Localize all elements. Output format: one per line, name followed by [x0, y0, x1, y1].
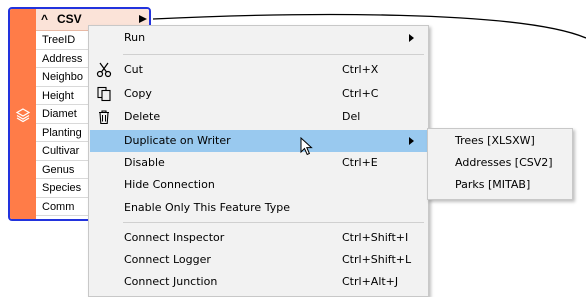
menu-item-label: Duplicate on Writer — [124, 134, 231, 147]
menu-item-label: Delete — [124, 110, 161, 123]
menu-item-duplicate-on-writer[interactable]: Duplicate on Writer — [90, 130, 427, 152]
menu-item-shortcut: Ctrl+Shift+L — [342, 253, 412, 266]
menu-item-label: Connect Logger — [124, 253, 211, 266]
submenu-item-parks[interactable]: Parks [MITAB] — [429, 174, 571, 196]
menu-item-shortcut: Ctrl+Shift+I — [342, 231, 409, 244]
menu-item-connect-inspector[interactable]: Connect Inspector Ctrl+Shift+I — [90, 227, 427, 249]
menu-item-enable-only-this-feature-type[interactable]: Enable Only This Feature Type — [90, 197, 427, 219]
node-title: CSV — [57, 12, 82, 26]
menu-item-hide-connection[interactable]: Hide Connection — [90, 174, 427, 196]
menu-item-run[interactable]: Run — [90, 27, 427, 49]
menu-item-disable[interactable]: Disable Ctrl+E — [90, 152, 427, 174]
copy-icon — [97, 86, 111, 102]
layers-icon — [15, 108, 31, 123]
submenu-item-label: Parks [MITAB] — [455, 178, 531, 191]
duplicate-on-writer-submenu: Trees [XLSXW] Addresses [CSV2] Parks [MI… — [427, 128, 573, 200]
menu-item-connect-junction[interactable]: Connect Junction Ctrl+Alt+J — [90, 271, 427, 293]
menu-separator — [123, 54, 424, 55]
context-menu: Run Cut Ctrl+X Copy Ctrl+C Delete Del Du… — [88, 25, 429, 297]
menu-item-label: Hide Connection — [124, 178, 215, 191]
menu-item-label: Disable — [124, 156, 165, 169]
submenu-item-trees[interactable]: Trees [XLSXW] — [429, 130, 571, 152]
menu-item-shortcut: Ctrl+E — [342, 156, 378, 169]
scissors-icon — [96, 62, 112, 78]
output-port-icon[interactable] — [139, 15, 147, 23]
submenu-item-addresses[interactable]: Addresses [CSV2] — [429, 152, 571, 174]
submenu-item-label: Trees [XLSXW] — [455, 134, 535, 147]
submenu-arrow-icon — [409, 137, 414, 145]
menu-item-label: Enable Only This Feature Type — [124, 201, 290, 214]
menu-item-cut[interactable]: Cut Ctrl+X — [90, 59, 427, 81]
mouse-cursor-icon — [300, 137, 313, 156]
submenu-item-label: Addresses [CSV2] — [455, 156, 553, 169]
menu-item-shortcut: Ctrl+C — [342, 87, 379, 100]
menu-item-connect-logger[interactable]: Connect Logger Ctrl+Shift+L — [90, 249, 427, 271]
menu-separator — [123, 222, 424, 223]
collapse-caret-icon[interactable]: ^ — [41, 9, 48, 30]
menu-item-label: Cut — [124, 63, 143, 76]
menu-item-delete[interactable]: Delete Del — [90, 106, 427, 128]
menu-item-shortcut: Ctrl+X — [342, 63, 379, 76]
menu-item-label: Copy — [124, 87, 152, 100]
trash-icon — [99, 110, 109, 125]
menu-item-label: Connect Inspector — [124, 231, 225, 244]
submenu-arrow-icon — [409, 34, 414, 42]
menu-item-copy[interactable]: Copy Ctrl+C — [90, 83, 427, 105]
menu-item-label: Run — [124, 31, 146, 44]
menu-item-shortcut: Del — [342, 110, 361, 123]
node-color-strip — [10, 9, 36, 219]
